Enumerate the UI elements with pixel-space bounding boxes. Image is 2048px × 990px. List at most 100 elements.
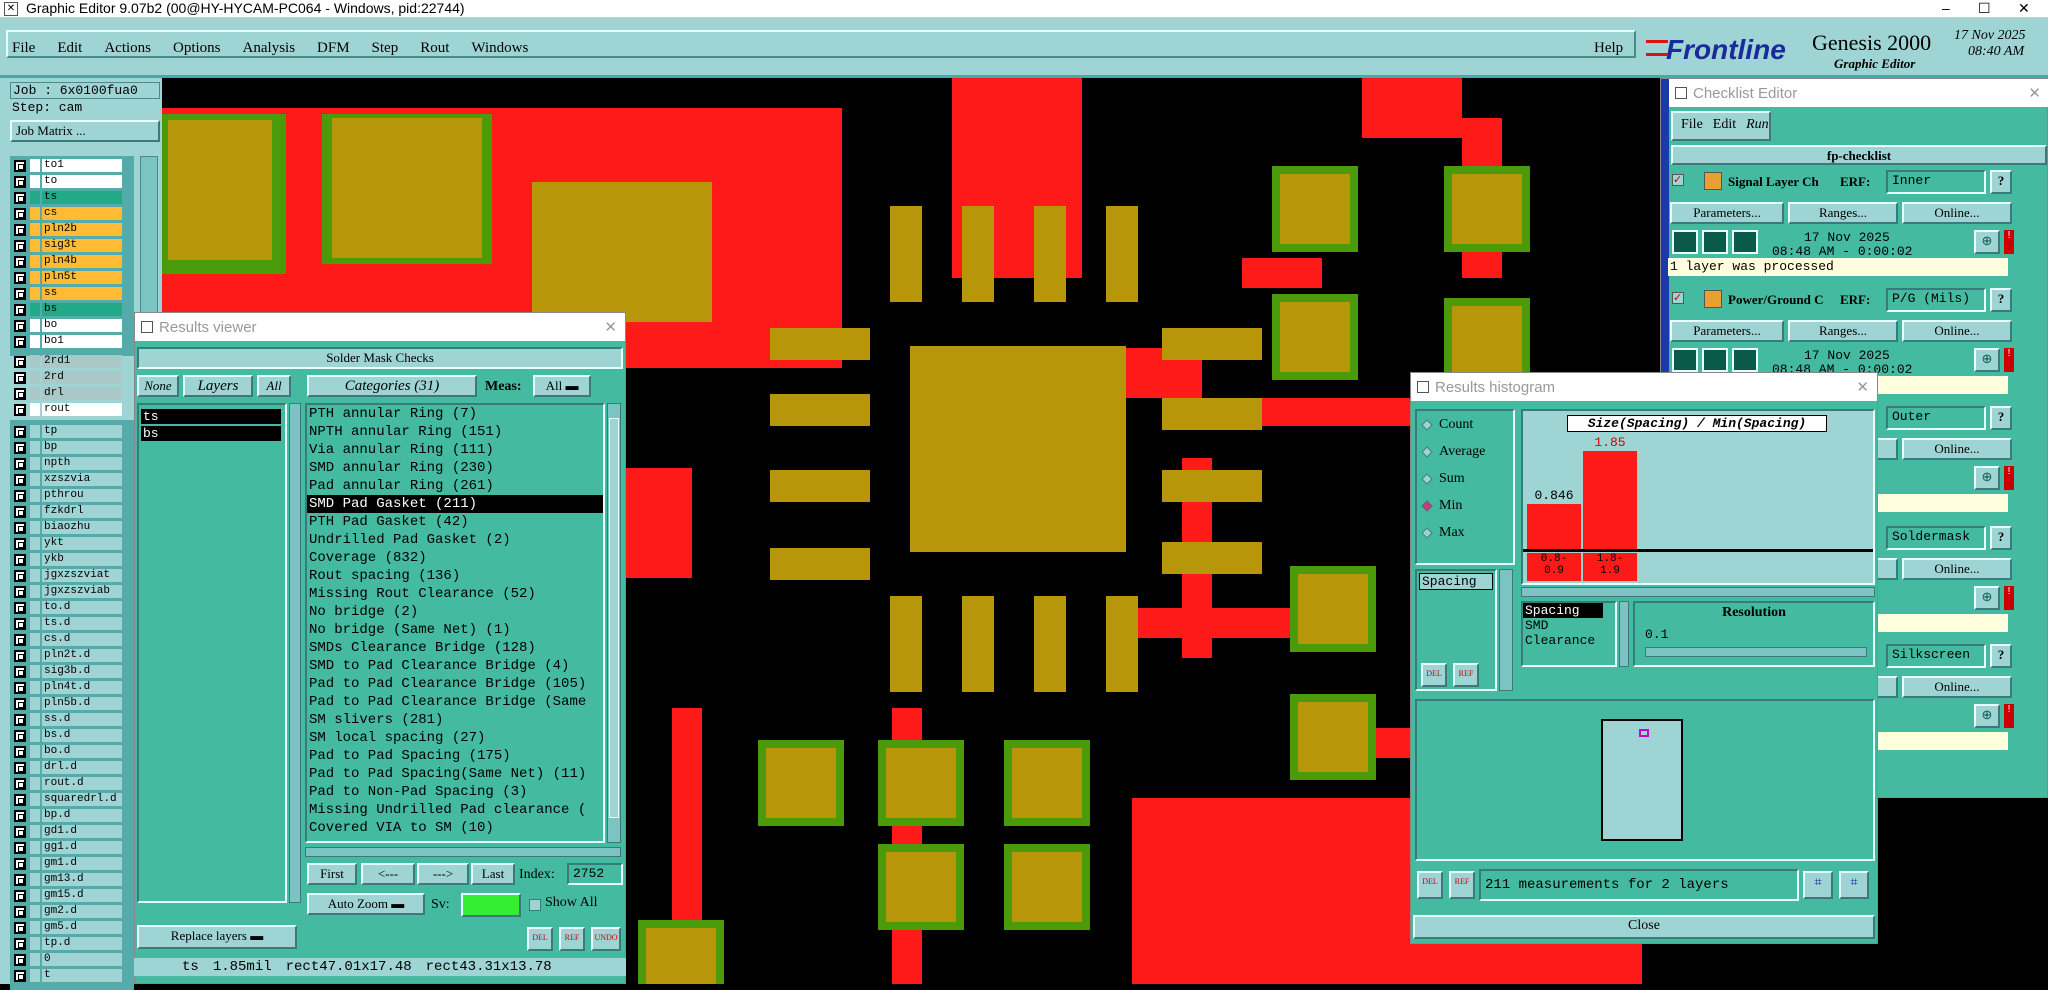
- run-icon[interactable]: [1672, 348, 1698, 372]
- layer-row[interactable]: ykt: [14, 536, 122, 551]
- index-field[interactable]: 2752: [567, 863, 623, 885]
- layer-name[interactable]: pln4t.d: [42, 681, 122, 694]
- layer-row[interactable]: t: [14, 968, 122, 983]
- layer-checkbox[interactable]: [14, 633, 26, 646]
- layers-scrollbar[interactable]: [289, 403, 301, 903]
- layer-list-item[interactable]: bs: [141, 426, 281, 441]
- ranges-button[interactable]: Ranges...: [1788, 320, 1898, 342]
- help-button[interactable]: ?: [1990, 644, 2012, 668]
- layer-row[interactable]: pln4t.d: [14, 680, 122, 695]
- category-item[interactable]: Via annular Ring (111): [307, 441, 603, 459]
- layer-checkbox[interactable]: [14, 191, 26, 204]
- layer-name[interactable]: 2rd: [42, 371, 122, 384]
- layer-row[interactable]: pln2t.d: [14, 648, 122, 663]
- layer-row[interactable]: rout: [14, 402, 122, 417]
- layer-row[interactable]: pln2b: [14, 222, 122, 237]
- layer-checkbox[interactable]: [14, 793, 26, 806]
- board-preview[interactable]: [1601, 719, 1683, 841]
- online-button[interactable]: Online...: [1902, 676, 2012, 698]
- category-item[interactable]: Pad annular Ring (261): [307, 477, 603, 495]
- first-button[interactable]: First: [307, 863, 357, 885]
- axis-item[interactable]: Spacing: [1523, 603, 1603, 618]
- hist-pan-icon[interactable]: ⌗: [1839, 871, 1869, 899]
- mode-option[interactable]: Max: [1417, 519, 1513, 546]
- category-item[interactable]: SMDs Clearance Bridge (128): [307, 639, 603, 657]
- layer-row[interactable]: pln4b: [14, 254, 122, 269]
- layer-checkbox[interactable]: [14, 809, 26, 822]
- layer-row[interactable]: sig3t: [14, 238, 122, 253]
- measure-item[interactable]: Spacing: [1419, 573, 1493, 590]
- layer-row[interactable]: to1: [14, 158, 122, 173]
- layer-row[interactable]: cs.d: [14, 632, 122, 647]
- category-item[interactable]: Rout spacing (136): [307, 567, 603, 585]
- layer-row[interactable]: ts.d: [14, 616, 122, 631]
- layer-checkbox[interactable]: [14, 207, 26, 220]
- zoom-icon[interactable]: ⊕: [1974, 348, 2000, 372]
- layer-row[interactable]: bs.d: [14, 728, 122, 743]
- online-button[interactable]: Online...: [1902, 202, 2012, 224]
- layer-row[interactable]: to: [14, 174, 122, 189]
- category-item[interactable]: SMD to Pad Clearance Bridge (4): [307, 657, 603, 675]
- category-item[interactable]: Missing Rout Clearance (52): [307, 585, 603, 603]
- layer-checkbox[interactable]: [14, 569, 26, 582]
- layer-name[interactable]: gm5.d: [42, 921, 122, 934]
- layer-row[interactable]: gm1.d: [14, 856, 122, 871]
- check-enable-checkbox[interactable]: ✓: [1672, 292, 1684, 304]
- run-icon[interactable]: [1732, 230, 1758, 254]
- online-button[interactable]: Online...: [1902, 438, 2012, 460]
- checklist-menu-edit[interactable]: Edit: [1713, 117, 1736, 135]
- next-button[interactable]: --->: [417, 863, 469, 885]
- layer-row[interactable]: npth: [14, 456, 122, 471]
- layer-name[interactable]: jgxzszviab: [42, 585, 122, 598]
- mode-option[interactable]: Count: [1417, 411, 1513, 438]
- measure-scrollbar[interactable]: [1499, 569, 1513, 691]
- run-icon[interactable]: [1672, 230, 1698, 254]
- layer-checkbox[interactable]: [14, 387, 26, 400]
- menu-rout[interactable]: Rout: [418, 38, 451, 60]
- layer-checkbox[interactable]: [14, 371, 26, 384]
- layer-name[interactable]: ts: [42, 191, 122, 204]
- layer-row[interactable]: gg1.d: [14, 840, 122, 855]
- layer-name[interactable]: bp: [42, 441, 122, 454]
- layer-name[interactable]: ts.d: [42, 617, 122, 630]
- layer-row[interactable]: bs: [14, 302, 122, 317]
- category-item[interactable]: Pad to Pad Spacing(Same Net) (11): [307, 765, 603, 783]
- menu-edit[interactable]: Edit: [55, 38, 84, 60]
- category-item[interactable]: SMD Pad Gasket (211): [307, 495, 603, 513]
- layer-checkbox[interactable]: [14, 601, 26, 614]
- layer-checkbox[interactable]: [14, 585, 26, 598]
- layer-row[interactable]: ss: [14, 286, 122, 301]
- all-button[interactable]: All: [257, 375, 291, 397]
- layer-checkbox[interactable]: [14, 457, 26, 470]
- category-item[interactable]: PTH Pad Gasket (42): [307, 513, 603, 531]
- help-button[interactable]: ?: [1990, 288, 2012, 312]
- mode-option[interactable]: Sum: [1417, 465, 1513, 492]
- run-icon[interactable]: [1702, 230, 1728, 254]
- layer-name[interactable]: pln5t: [42, 271, 122, 284]
- maximize-button[interactable]: ☐: [1978, 0, 1991, 17]
- category-item[interactable]: Pad to Non-Pad Spacing (3): [307, 783, 603, 801]
- layer-row[interactable]: pthrou: [14, 488, 122, 503]
- layer-checkbox[interactable]: [14, 745, 26, 758]
- layer-checkbox[interactable]: [14, 521, 26, 534]
- ranges-button[interactable]: Ranges...: [1788, 202, 1898, 224]
- last-button[interactable]: Last: [471, 863, 515, 885]
- layer-checkbox[interactable]: [14, 271, 26, 284]
- layer-name[interactable]: bs: [42, 303, 122, 316]
- category-item[interactable]: NPTH annular Ring (151): [307, 423, 603, 441]
- category-item[interactable]: No bridge (2): [307, 603, 603, 621]
- layer-name[interactable]: cs.d: [42, 633, 122, 646]
- layer-checkbox[interactable]: [14, 761, 26, 774]
- layer-name[interactable]: tp.d: [42, 937, 122, 950]
- run-icon[interactable]: [1732, 348, 1758, 372]
- layer-row[interactable]: gm13.d: [14, 872, 122, 887]
- layer-checkbox[interactable]: [14, 665, 26, 678]
- menu-actions[interactable]: Actions: [102, 38, 153, 60]
- layer-name[interactable]: bp.d: [42, 809, 122, 822]
- layer-checkbox[interactable]: [14, 617, 26, 630]
- layer-list-item[interactable]: ts: [141, 409, 281, 424]
- category-item[interactable]: Pad to Pad Clearance Bridge (Same: [307, 693, 603, 711]
- layer-checkbox[interactable]: [14, 287, 26, 300]
- layer-row[interactable]: cs: [14, 206, 122, 221]
- erf-field[interactable]: Inner: [1886, 170, 1986, 194]
